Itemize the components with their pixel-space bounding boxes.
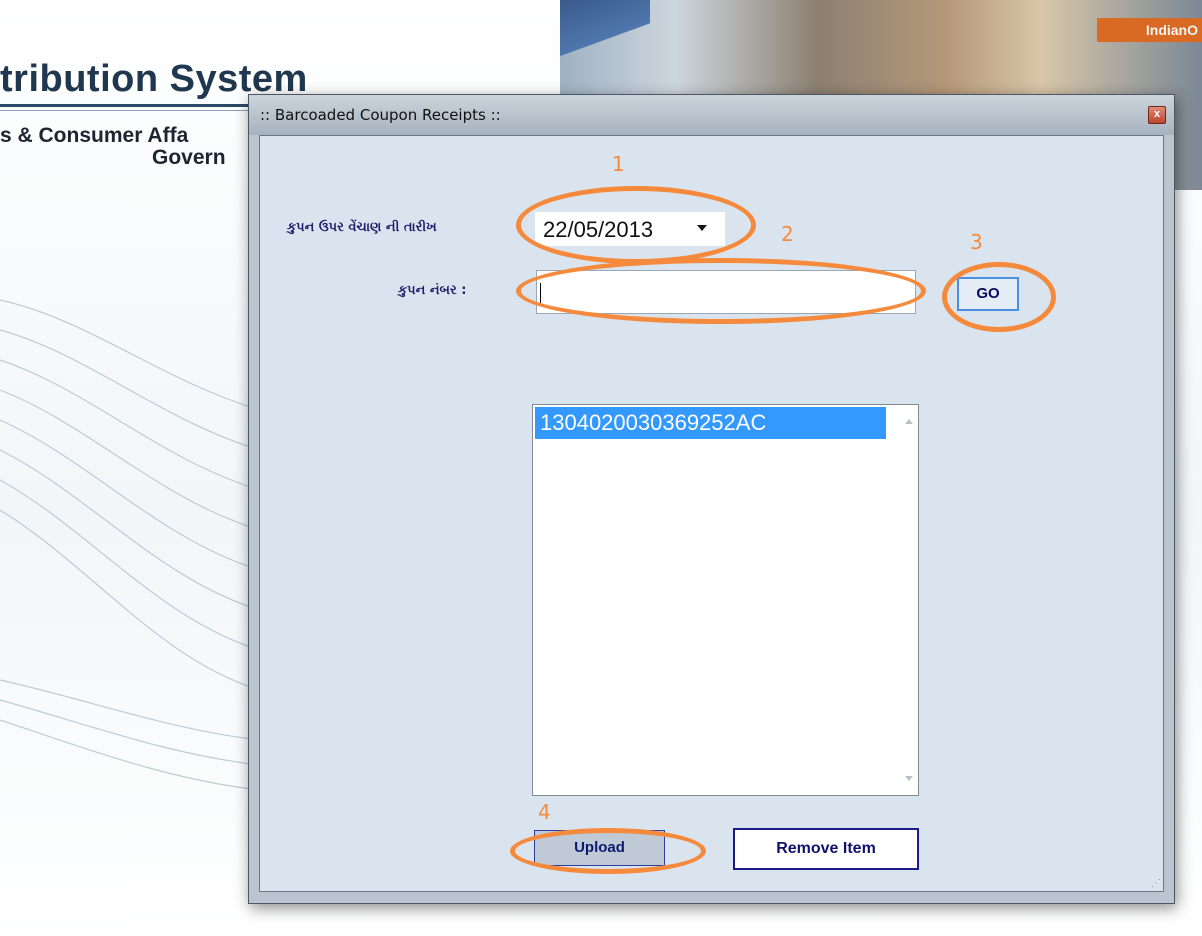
close-icon: x [1153, 108, 1161, 120]
annotation-ellipse-date [516, 186, 756, 264]
annotation-ellipse-coupon [516, 258, 926, 324]
scroll-up-icon[interactable] [905, 419, 913, 424]
annotation-ellipse-go [942, 262, 1056, 332]
dialog-title: :: Barcoaded Coupon Receipts :: [260, 106, 501, 124]
app-subtitle-government: Govern [152, 146, 226, 169]
annotation-number-1: 1 [612, 152, 625, 176]
app-subtitle-department: s & Consumer Affa [0, 124, 189, 147]
sale-date-label: કુપન ઉપર વેંચાણ ની તારીખ [287, 220, 437, 235]
coupon-number-label: કુપન નંબર : [398, 283, 467, 298]
header-photo-accent [560, 0, 650, 60]
annotation-number-2: 2 [781, 222, 794, 246]
resize-grip-icon[interactable]: ⋰ [1151, 878, 1161, 889]
scroll-down-icon[interactable] [905, 776, 913, 781]
photo-sign: IndianO [1097, 18, 1202, 42]
annotation-number-4: 4 [538, 800, 551, 824]
listbox-scrollbar[interactable] [900, 405, 918, 795]
dialog-titlebar[interactable]: :: Barcoaded Coupon Receipts :: x [249, 95, 1174, 135]
annotation-number-3: 3 [970, 230, 983, 254]
decorative-waves [0, 299, 260, 791]
annotation-ellipse-upload [510, 828, 706, 874]
coupon-listbox[interactable]: 1304020030369252AC [532, 404, 919, 796]
list-item-selected[interactable]: 1304020030369252AC [535, 407, 886, 439]
close-button[interactable]: x [1148, 106, 1166, 124]
remove-item-button[interactable]: Remove Item [733, 828, 919, 870]
